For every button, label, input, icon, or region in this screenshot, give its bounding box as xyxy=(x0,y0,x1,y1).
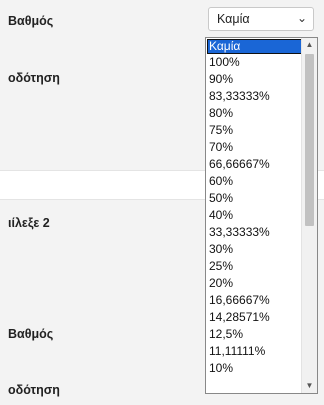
grade-option[interactable]: 30% xyxy=(209,243,233,256)
grade-select-value: Καμία xyxy=(217,12,250,26)
grade-option[interactable]: 12,5% xyxy=(209,328,243,341)
grade-option[interactable]: 66,66667% xyxy=(209,158,270,171)
grade-dropdown-list[interactable]: Καμία 100% 90% 83,33333% 80% 75% 70% 66,… xyxy=(205,37,318,394)
grade-option[interactable]: 40% xyxy=(209,209,233,222)
grade-label: Βαθμός xyxy=(8,14,54,28)
grade-option[interactable]: 25% xyxy=(209,260,233,273)
grade-option[interactable]: 11,11111% xyxy=(209,345,265,358)
scrollbar-thumb[interactable] xyxy=(305,54,314,226)
dropdown-scrollbar[interactable]: ▲ ▼ xyxy=(301,38,317,393)
scroll-up-arrow-icon[interactable]: ▲ xyxy=(302,38,317,52)
choice-label: ιίλεξε 2 xyxy=(8,216,50,230)
grade-option[interactable]: 14,28571% xyxy=(209,311,270,324)
chevron-down-icon: ⌄ xyxy=(296,11,307,25)
feedback-label: οδότηση xyxy=(8,71,60,85)
grade-option[interactable]: 100% xyxy=(209,56,240,69)
grade-option[interactable]: 75% xyxy=(209,124,233,137)
grade-option[interactable]: 16,66667% xyxy=(209,294,270,307)
grade-option[interactable]: 83,33333% xyxy=(209,90,270,103)
grade-option[interactable]: 33,33333% xyxy=(209,226,270,239)
scroll-down-arrow-icon[interactable]: ▼ xyxy=(302,379,317,393)
grade-label-2: Βαθμός xyxy=(8,327,54,341)
grade-option[interactable]: 70% xyxy=(209,141,233,154)
grade-option[interactable]: 90% xyxy=(209,73,233,86)
grade-option[interactable]: 10% xyxy=(209,362,233,375)
grade-option[interactable]: 20% xyxy=(209,277,233,290)
grade-option[interactable]: 60% xyxy=(209,175,233,188)
grade-select[interactable]: Καμία ⌄ xyxy=(208,7,314,31)
grade-option[interactable]: 80% xyxy=(209,107,233,120)
grade-option[interactable]: 50% xyxy=(209,192,233,205)
feedback-label-2: οδότηση xyxy=(8,383,60,397)
grade-option[interactable]: Καμία xyxy=(207,39,302,54)
